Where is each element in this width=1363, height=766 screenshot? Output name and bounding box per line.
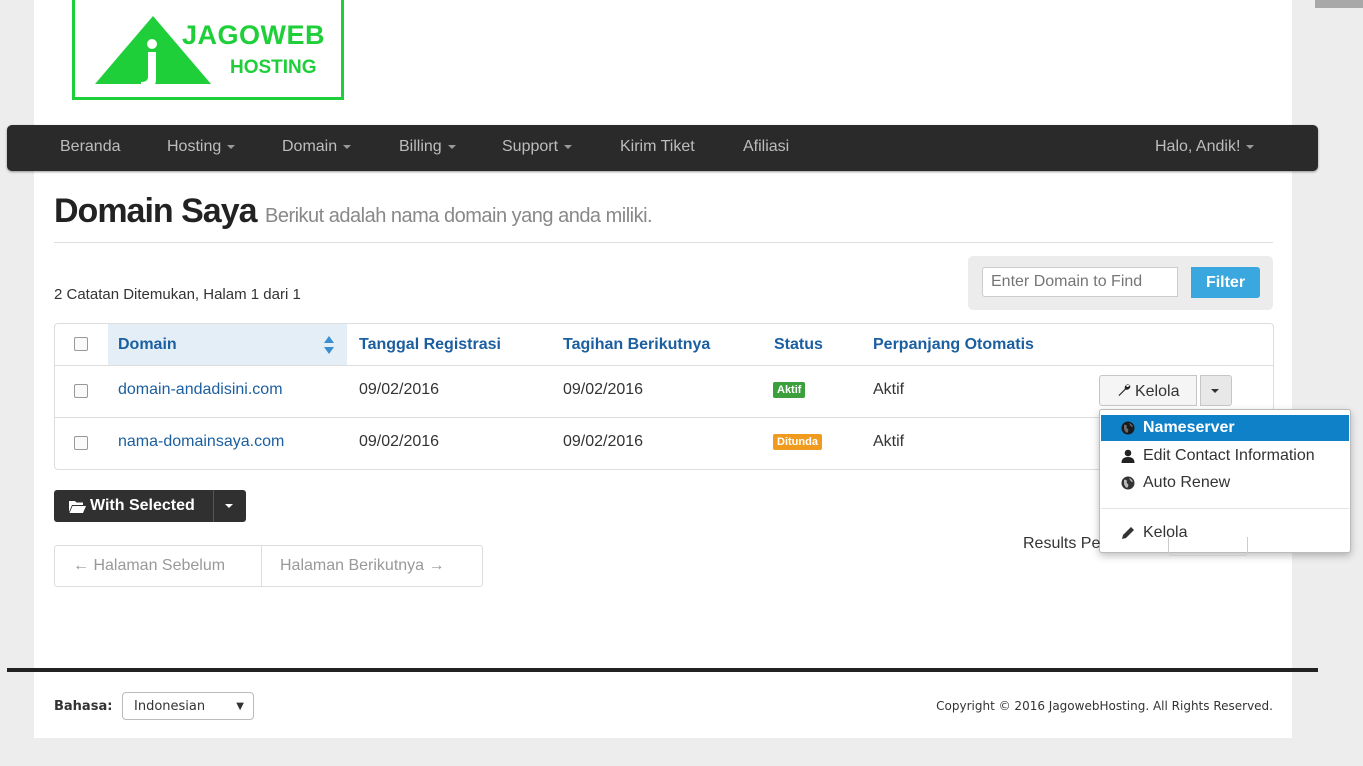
sort-icon[interactable] xyxy=(323,335,335,355)
language-label: Bahasa: xyxy=(54,699,113,714)
globe-icon xyxy=(1121,421,1135,435)
chevron-down-icon xyxy=(1246,144,1255,149)
nav-hosting[interactable]: Hosting xyxy=(167,125,236,171)
domain-link[interactable]: domain-andadisini.com xyxy=(118,381,283,399)
logo-subtext: HOSTING xyxy=(230,57,317,78)
next-due-date: 09/02/2016 xyxy=(563,433,644,450)
prev-page-button[interactable]: ← Halaman Sebelum xyxy=(73,546,225,586)
corner-widget xyxy=(1315,0,1363,8)
site-logo[interactable]: JAGOWEB HOSTING xyxy=(72,0,344,100)
copyright-text: Copyright © 2016 JagowebHosting. All Rig… xyxy=(936,699,1273,713)
nav-support[interactable]: Support xyxy=(502,125,573,171)
menu-item-auto-renew[interactable]: Auto Renew xyxy=(1101,470,1349,496)
language-select[interactable]: Indonesian ▼ xyxy=(122,692,254,720)
header-domain[interactable]: Domain xyxy=(118,324,177,365)
registration-date: 09/02/2016 xyxy=(359,381,440,398)
language-value: Indonesian xyxy=(134,699,206,714)
row-checkbox[interactable] xyxy=(74,384,88,398)
status-badge: Ditunda xyxy=(773,434,822,450)
results-per-page-label: Results Pe xyxy=(1023,535,1101,552)
nav-user-menu[interactable]: Halo, Andik! xyxy=(1155,125,1255,171)
menu-item-edit-contact[interactable]: Edit Contact Information xyxy=(1101,443,1349,469)
chevron-down-icon[interactable] xyxy=(225,504,233,508)
page-title: Domain Saya Berikut adalah nama domain y… xyxy=(54,192,653,231)
footer-divider xyxy=(7,668,1318,672)
chevron-down-icon xyxy=(564,144,573,149)
domain-table: Domain Tanggal Registrasi Tagihan Beriku… xyxy=(54,323,1274,470)
filter-box: Filter xyxy=(968,256,1273,310)
kelola-button[interactable]: Kelola xyxy=(1099,375,1197,406)
chevron-down-icon xyxy=(447,144,456,149)
with-selected-button[interactable]: With Selected xyxy=(54,490,246,522)
user-icon xyxy=(1121,449,1135,463)
header-status[interactable]: Status xyxy=(774,324,823,365)
header-auto-renew[interactable]: Perpanjang Otomatis xyxy=(873,324,1034,365)
nav-kirim-tiket[interactable]: Kirim Tiket xyxy=(620,125,695,171)
pencil-icon xyxy=(1122,527,1134,539)
next-due-date: 09/02/2016 xyxy=(563,381,644,398)
row-divider xyxy=(55,417,1273,418)
folder-open-icon xyxy=(69,501,86,513)
chevron-down-icon xyxy=(1211,389,1219,393)
next-page-button[interactable]: Halaman Berikutnya → xyxy=(280,546,445,586)
button-separator xyxy=(213,490,214,522)
domain-search-input[interactable] xyxy=(982,267,1178,297)
registration-date: 09/02/2016 xyxy=(359,433,440,450)
header-next-due[interactable]: Tagihan Berikutnya xyxy=(563,324,710,365)
kelola-dropdown-menu: Nameserver Edit Contact Information Auto… xyxy=(1099,409,1351,553)
pagination: ← Halaman Sebelum Halaman Berikutnya → xyxy=(54,545,483,587)
domain-link[interactable]: nama-domainsaya.com xyxy=(118,433,284,451)
kelola-dropdown-toggle[interactable] xyxy=(1200,375,1232,406)
nav-afiliasi[interactable]: Afiliasi xyxy=(743,125,789,171)
title-divider xyxy=(54,242,1273,243)
logo-text: JAGOWEB xyxy=(182,20,326,50)
select-all-checkbox[interactable] xyxy=(74,337,88,351)
nav-beranda[interactable]: Beranda xyxy=(60,125,121,171)
row-divider xyxy=(55,365,1273,366)
kelola-button-label: Kelola xyxy=(1134,383,1180,400)
auto-renew-value: Aktif xyxy=(873,433,905,450)
pagination-divider xyxy=(261,546,262,586)
menu-item-nameserver[interactable]: Nameserver xyxy=(1101,415,1349,441)
nav-billing[interactable]: Billing xyxy=(399,125,456,171)
row-checkbox[interactable] xyxy=(74,436,88,450)
results-per-page-select[interactable] xyxy=(1168,537,1248,556)
main-navbar: Beranda Hosting Domain Billing Support K… xyxy=(7,125,1318,171)
filter-button[interactable]: Filter xyxy=(1191,267,1260,298)
chevron-down-icon xyxy=(227,144,236,149)
nav-domain[interactable]: Domain xyxy=(282,125,352,171)
auto-renew-value: Aktif xyxy=(873,381,905,398)
wrench-icon xyxy=(1118,384,1130,396)
header-registration-date[interactable]: Tanggal Registrasi xyxy=(359,324,501,365)
status-badge: Aktif xyxy=(773,382,806,398)
records-count: 2 Catatan Ditemukan, Halam 1 dari 1 xyxy=(54,286,301,303)
menu-divider xyxy=(1101,508,1349,509)
with-selected-label: With Selected xyxy=(90,497,195,514)
dropdown-arrow-icon: ▼ xyxy=(236,701,244,712)
chevron-down-icon xyxy=(343,144,352,149)
page-heading: Domain Saya xyxy=(54,192,258,230)
page-subheading: Berikut adalah nama domain yang anda mil… xyxy=(264,205,653,227)
globe-icon xyxy=(1121,476,1135,490)
